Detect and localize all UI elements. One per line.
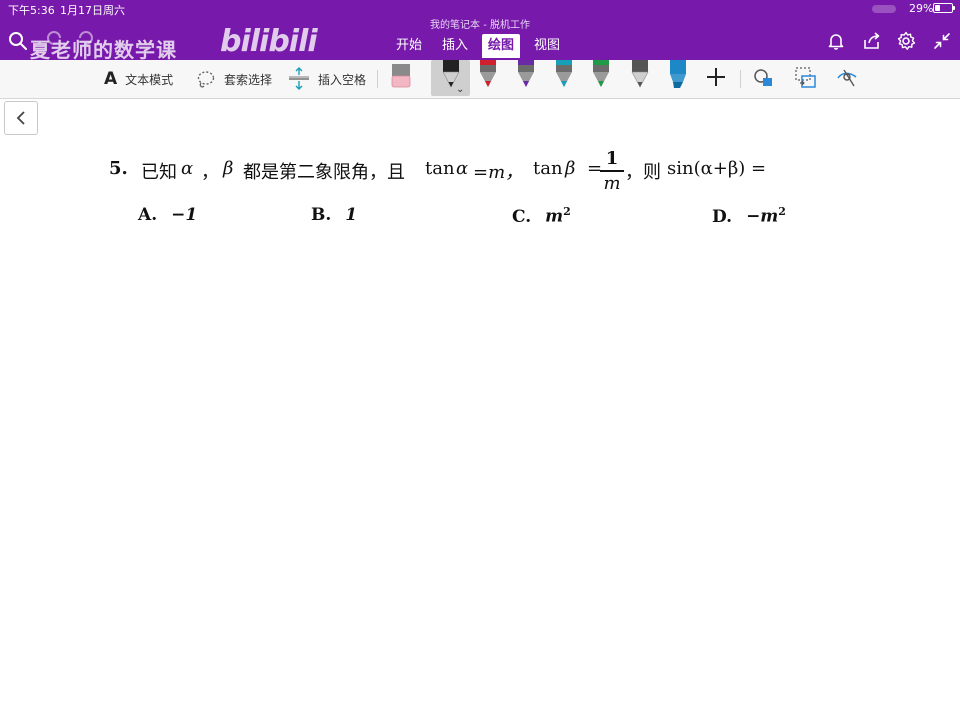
lasso-select-label: 套索选择 <box>224 72 273 87</box>
option-letter: A. <box>138 205 158 225</box>
status-indicator <box>872 5 896 13</box>
symbol-alpha: α <box>456 158 469 179</box>
window-title: 我的笔记本 - 脱机工作 <box>430 20 530 31</box>
answer-options: A. −1 B. 1 C. m2 D. −m2 <box>138 205 818 235</box>
question-5: 5. 已知 α ， β 都是第二象限角，且 tan α =m， tan β = … <box>109 150 809 194</box>
option-c[interactable]: C. m2 <box>512 205 571 227</box>
app-header: 下午5:36 1月17日周六 29% 我的笔记本 - 脱机工作 夏老师的数学课 … <box>0 0 960 62</box>
back-button[interactable] <box>4 101 38 135</box>
tab-insert[interactable]: 插入 <box>436 34 474 58</box>
toolbar-divider <box>377 70 378 88</box>
pen-teal-icon[interactable] <box>549 60 579 90</box>
fraction-denominator: m <box>603 172 621 194</box>
insert-space-icon <box>289 67 309 90</box>
battery-level <box>935 5 940 11</box>
shapes-icon[interactable] <box>752 66 776 90</box>
symbol-alpha: α <box>181 158 194 179</box>
question-text-part3: ，则 <box>625 162 661 183</box>
option-value: −m <box>746 206 779 227</box>
option-d[interactable]: D. −m2 <box>712 205 786 227</box>
tab-view[interactable]: 视图 <box>528 34 566 58</box>
symbol-beta: β <box>565 158 576 179</box>
option-value: −1 <box>171 205 198 225</box>
option-letter: C. <box>512 206 532 227</box>
text-mode-button[interactable]: A 文本模式 <box>104 66 173 92</box>
watermark-channel-name: 夏老师的数学课 <box>30 38 177 62</box>
tan-alpha-fn: tan <box>425 158 455 179</box>
view-mode-icon[interactable] <box>836 66 860 90</box>
option-value: 1 <box>345 205 358 225</box>
pen-green-icon[interactable] <box>586 60 616 90</box>
ink-to-shape-icon[interactable] <box>794 66 818 90</box>
option-exponent: 2 <box>563 205 571 218</box>
question-text-comma: ， <box>201 162 219 183</box>
question-text-part1: 已知 <box>141 162 177 183</box>
fraction-1-over-m: 1 m <box>600 150 624 194</box>
pen-purple-icon[interactable] <box>511 60 541 90</box>
option-exponent: 2 <box>778 205 786 218</box>
collapse-icon[interactable] <box>932 31 952 51</box>
chevron-left-icon <box>16 111 25 125</box>
fraction-numerator: 1 <box>605 148 619 169</box>
option-value: m <box>545 206 564 227</box>
battery-percent: 29% <box>909 2 934 15</box>
bell-icon[interactable] <box>826 31 846 51</box>
option-a[interactable]: A. −1 <box>138 205 197 225</box>
question-number: 5. <box>109 158 128 179</box>
fraction-bar <box>600 170 624 172</box>
search-icon[interactable] <box>8 31 28 51</box>
ribbon-tabs: 开始 插入 绘图 视图 <box>390 34 566 58</box>
pencil-gray-icon[interactable] <box>625 60 655 90</box>
option-letter: B. <box>311 205 332 225</box>
battery-icon <box>933 3 955 13</box>
lasso-select-button[interactable]: 套索选择 <box>196 66 272 92</box>
share-icon[interactable] <box>862 31 882 51</box>
lasso-icon <box>197 71 215 88</box>
tan-alpha-value: =m， <box>473 162 524 183</box>
pen-red-icon[interactable] <box>473 60 503 90</box>
toolbar-divider <box>740 70 741 88</box>
tan-beta-fn: tan <box>533 158 563 179</box>
tab-home[interactable]: 开始 <box>390 34 428 58</box>
watermark-bilibili-logo: bilibili <box>220 24 318 59</box>
eraser-icon[interactable] <box>391 64 411 88</box>
insert-space-button[interactable]: 插入空格 <box>288 66 366 92</box>
add-pen-icon[interactable] <box>705 66 727 88</box>
highlighter-blue-icon[interactable] <box>663 60 693 90</box>
question-expression: sin(α+β) = <box>667 158 767 179</box>
symbol-beta: β <box>223 158 234 179</box>
tab-draw[interactable]: 绘图 <box>482 34 521 58</box>
insert-space-label: 插入空格 <box>318 72 367 87</box>
option-letter: D. <box>712 206 733 227</box>
gear-icon[interactable] <box>896 31 916 51</box>
text-mode-icon: A <box>104 69 118 89</box>
question-text-part2: 都是第二象限角，且 <box>243 162 405 183</box>
option-b[interactable]: B. 1 <box>311 205 357 225</box>
text-mode-label: 文本模式 <box>125 72 174 87</box>
pencil-black-icon[interactable] <box>436 60 466 90</box>
